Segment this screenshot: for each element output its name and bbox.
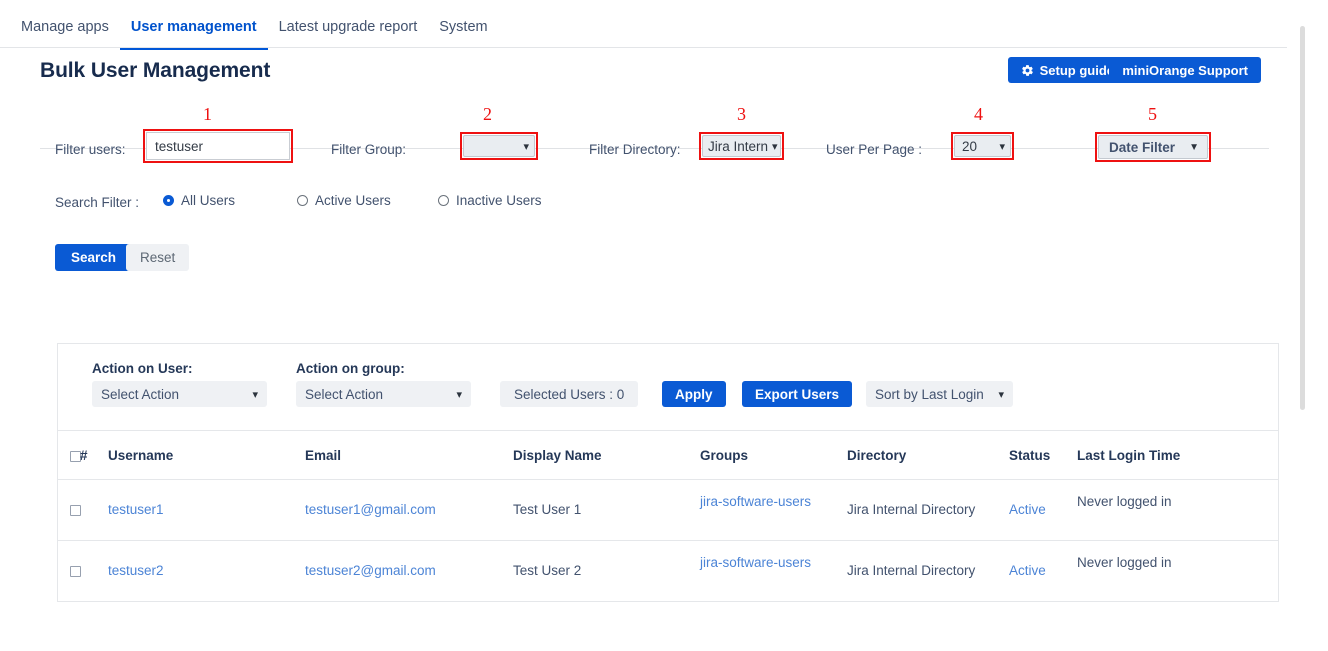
radio-active-users-label: Active Users — [315, 193, 391, 208]
radio-active-users-indicator — [297, 195, 308, 206]
sort-by-select[interactable]: Sort by Last Login ▾ — [866, 381, 1013, 407]
action-on-user-value: Select Action — [101, 386, 180, 402]
action-on-user-select[interactable]: Select Action ▾ — [92, 381, 267, 407]
table-row: testuser2 testuser2@gmail.com Test User … — [58, 540, 1278, 602]
radio-all-users-label: All Users — [181, 193, 236, 208]
radio-inactive-users-indicator — [438, 195, 449, 206]
annotation-number-4: 4 — [974, 104, 983, 124]
apply-button[interactable]: Apply — [662, 381, 726, 407]
radio-inactive-users-label: Inactive Users — [456, 193, 542, 208]
annotation-number-3: 3 — [737, 104, 746, 124]
table-header-row: # Username Email Display Name Groups Dir… — [58, 431, 1278, 480]
chevron-down-icon: ▾ — [998, 388, 1004, 401]
row-display-name: Test User 1 — [513, 479, 700, 541]
column-header-email: Email — [305, 431, 513, 480]
main-nav-tabs: Manage apps User management Latest upgra… — [0, 0, 1288, 50]
column-header-groups: Groups — [700, 431, 847, 480]
row-username[interactable]: testuser1 — [108, 479, 305, 541]
tab-user-management[interactable]: User management — [119, 19, 268, 50]
export-users-button[interactable]: Export Users — [742, 381, 853, 407]
column-header-status: Status — [1009, 431, 1077, 480]
row-status[interactable]: Active — [1009, 540, 1077, 602]
row-username[interactable]: testuser2 — [108, 540, 305, 602]
annotation-box-3 — [699, 132, 784, 160]
annotation-number-2: 2 — [483, 104, 492, 124]
radio-all-users[interactable]: All Users — [163, 193, 235, 208]
table-row: testuser1 testuser1@gmail.com Test User … — [58, 479, 1278, 541]
row-email[interactable]: testuser1@gmail.com — [305, 479, 513, 541]
sort-by-value: Sort by Last Login — [875, 386, 984, 402]
annotation-box-5 — [1095, 132, 1211, 162]
column-header-last-login-time: Last Login Time — [1077, 431, 1278, 480]
users-table: # Username Email Display Name Groups Dir… — [58, 431, 1278, 602]
action-on-group-label: Action on group: — [296, 361, 405, 376]
column-header-display-name: Display Name — [513, 431, 700, 480]
radio-all-users-indicator — [163, 195, 174, 206]
page-scrollbar[interactable] — [1299, 0, 1305, 651]
bulk-action-bar: Action on User: Select Action ▾ Action o… — [58, 344, 1278, 431]
annotation-box-4 — [951, 132, 1014, 160]
annotation-number-5: 5 — [1148, 104, 1157, 124]
row-last-login: Never logged in — [1077, 479, 1278, 541]
row-index — [80, 540, 108, 602]
row-groups[interactable]: jira-software-users — [700, 540, 847, 602]
column-header-username: Username — [108, 431, 305, 480]
reset-button[interactable]: Reset — [126, 244, 190, 271]
row-last-login: Never logged in — [1077, 540, 1278, 602]
page-header: Bulk User Management Setup guide miniOra… — [0, 48, 1288, 149]
row-checkbox[interactable] — [70, 565, 81, 577]
tab-system[interactable]: System — [428, 19, 498, 48]
filter-group-label: Filter Group: — [331, 142, 407, 157]
filter-users-label: Filter users: — [55, 142, 126, 157]
user-per-page-label: User Per Page : — [826, 142, 923, 157]
row-directory: Jira Internal Directory — [847, 540, 1009, 602]
radio-active-users[interactable]: Active Users — [297, 193, 391, 208]
row-checkbox-cell[interactable] — [58, 540, 81, 602]
row-status[interactable]: Active — [1009, 479, 1077, 541]
gear-icon — [1021, 64, 1034, 77]
row-checkbox-cell[interactable] — [58, 479, 81, 541]
annotation-number-1: 1 — [203, 104, 212, 124]
tab-latest-upgrade-report[interactable]: Latest upgrade report — [268, 19, 429, 48]
radio-inactive-users[interactable]: Inactive Users — [438, 193, 542, 208]
row-checkbox[interactable] — [70, 504, 81, 516]
search-filter-row: Search Filter : All Users Active Users I… — [0, 190, 1288, 216]
content-right-edge — [1287, 0, 1288, 651]
annotation-box-1 — [143, 129, 293, 163]
row-display-name: Test User 2 — [513, 540, 700, 602]
column-header-hash: # — [80, 431, 108, 480]
search-filter-label: Search Filter : — [55, 195, 140, 210]
row-email[interactable]: testuser2@gmail.com — [305, 540, 513, 602]
action-on-group-select[interactable]: Select Action ▾ — [296, 381, 471, 407]
miniorange-support-button[interactable]: miniOrange Support — [1109, 57, 1261, 83]
annotation-box-2 — [460, 132, 538, 160]
action-on-user-label: Action on User: — [92, 361, 193, 376]
filter-directory-label: Filter Directory: — [589, 142, 681, 157]
setup-guide-label: Setup guide — [1039, 62, 1114, 78]
page-scrollbar-thumb[interactable] — [1300, 26, 1305, 410]
row-groups[interactable]: jira-software-users — [700, 479, 847, 541]
action-on-group-value: Select Action — [305, 386, 384, 402]
users-table-card: Action on User: Select Action ▾ Action o… — [57, 343, 1279, 602]
row-index — [80, 479, 108, 541]
column-header-directory: Directory — [847, 431, 1009, 480]
selected-users-count: Selected Users : 0 — [500, 381, 639, 407]
row-directory: Jira Internal Directory — [847, 479, 1009, 541]
page-title: Bulk User Management — [40, 59, 271, 82]
select-all-checkbox-cell[interactable] — [58, 431, 81, 480]
tab-manage-apps[interactable]: Manage apps — [21, 19, 120, 48]
chevron-down-icon: ▾ — [456, 388, 462, 401]
search-button[interactable]: Search — [55, 244, 133, 271]
chevron-down-icon: ▾ — [252, 388, 258, 401]
